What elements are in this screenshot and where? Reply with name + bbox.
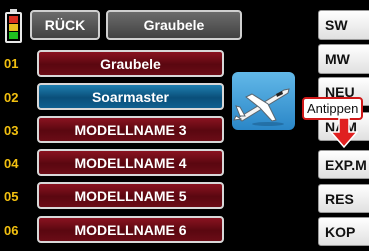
copy-button-label: KOP (325, 223, 356, 240)
model-slot-button[interactable]: Graubele (37, 50, 224, 77)
model-slot-label: MODELLNAME 3 (74, 121, 187, 138)
glider-plane-icon (232, 72, 295, 130)
battery-icon (5, 9, 22, 43)
model-number: 03 (4, 122, 19, 138)
arrow-down-icon (330, 118, 358, 148)
model-number: 04 (4, 155, 19, 171)
sw-button-label: SW (325, 17, 348, 33)
sw-button[interactable]: SW (318, 10, 369, 40)
model-slot-button[interactable]: MODELLNAME 3 (37, 116, 224, 143)
model-number: 01 (4, 55, 19, 71)
model-slot-label: MODELLNAME 5 (74, 187, 187, 204)
model-slot-button[interactable]: MODELLNAME 4 (37, 149, 224, 176)
model-slot-label: Soarmaster (91, 88, 170, 105)
model-slot-label: MODELLNAME 4 (74, 154, 187, 171)
model-number: 06 (4, 222, 19, 238)
copy-button[interactable]: KOP (318, 217, 369, 246)
model-slot-button-selected[interactable]: Soarmaster (37, 83, 224, 110)
back-button-label: RÜCK (44, 17, 86, 33)
tap-hint-text: Antippen (307, 101, 359, 116)
model-number: 02 (4, 89, 19, 105)
exp-m-button-label: EXP.M (325, 156, 367, 173)
model-select-screen: RÜCK Graubele 01 Graubele 02 Soarmaster … (0, 0, 369, 251)
back-button[interactable]: RÜCK (30, 10, 100, 40)
model-title: Graubele (143, 17, 205, 33)
model-title-button[interactable]: Graubele (106, 10, 242, 40)
model-number: 05 (4, 188, 19, 204)
model-slot-button[interactable]: MODELLNAME 5 (37, 182, 224, 209)
reset-button[interactable]: RES (318, 184, 369, 213)
mw-button[interactable]: MW (318, 44, 369, 74)
tap-hint-tooltip: Antippen (302, 97, 364, 120)
model-slot-button[interactable]: MODELLNAME 6 (37, 216, 224, 243)
mw-button-label: MW (325, 51, 350, 67)
model-slot-label: Graubele (100, 55, 161, 72)
model-slot-label: MODELLNAME 6 (74, 221, 187, 238)
exp-m-button[interactable]: EXP.M (318, 150, 369, 179)
reset-button-label: RES (325, 190, 354, 207)
